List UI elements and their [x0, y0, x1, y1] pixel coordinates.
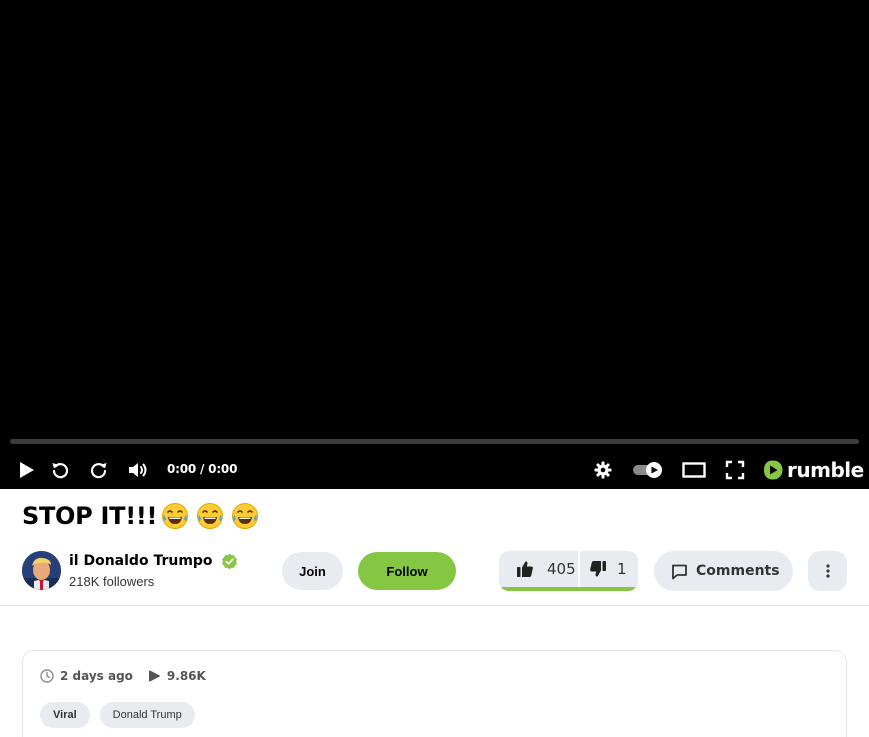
clock-icon	[40, 669, 54, 683]
play-icon[interactable]	[14, 458, 38, 482]
rumble-logo[interactable]: rumble	[762, 459, 864, 481]
upload-date-text: 2 days ago	[60, 669, 133, 683]
upload-date: 2 days ago	[40, 669, 133, 683]
video-info-card: 2 days ago 9.86K Viral Donald Trump	[22, 650, 847, 737]
player-controls: 0:00 / 0:00 rumble	[0, 452, 869, 489]
rumble-logo-icon	[764, 460, 783, 480]
tag-list: Viral Donald Trump	[40, 702, 195, 728]
channel-name[interactable]: il Donaldo Trumpo	[69, 553, 213, 569]
more-vertical-icon	[825, 564, 830, 578]
laughing-tears-emoji-icon	[162, 503, 189, 529]
comments-button[interactable]: Comments	[654, 551, 793, 591]
rumble-wordmark: rumble	[787, 458, 864, 482]
channel-info: il Donaldo Trumpo 218K followers	[22, 551, 238, 590]
views-play-icon	[148, 670, 160, 682]
follow-button[interactable]: Follow	[358, 552, 456, 590]
video-meta: 2 days ago 9.86K	[40, 669, 206, 683]
video-title: STOP IT!!!	[22, 502, 158, 530]
verified-badge-icon	[221, 553, 237, 569]
upvote-button[interactable]: 405	[499, 551, 578, 587]
title-emojis	[160, 501, 260, 531]
comments-label: Comments	[696, 563, 780, 579]
rating-ratio-bar	[499, 587, 638, 591]
video-player[interactable]: 0:00 / 0:00 rumble	[0, 0, 869, 489]
laughing-tears-emoji-icon	[197, 503, 224, 529]
downvote-count: 1	[617, 560, 627, 578]
channel-avatar[interactable]	[22, 551, 61, 590]
rating-widget: 405 1	[499, 551, 638, 591]
laughing-tears-emoji-icon	[232, 503, 259, 529]
tag-donald-trump[interactable]: Donald Trump	[99, 702, 195, 728]
autoplay-toggle-icon[interactable]	[631, 458, 665, 482]
thumbs-down-icon	[590, 561, 606, 577]
replay-icon[interactable]	[49, 458, 71, 482]
tag-viral[interactable]: Viral	[40, 702, 90, 728]
thumbs-up-icon	[517, 561, 533, 577]
video-title-row: STOP IT!!!	[22, 501, 260, 531]
forward-icon[interactable]	[88, 458, 110, 482]
volume-icon[interactable]	[126, 458, 150, 482]
downvote-button[interactable]: 1	[580, 551, 638, 587]
follower-count: 218K followers	[69, 573, 155, 589]
upvote-count: 405	[547, 560, 576, 578]
comment-icon	[672, 564, 687, 579]
view-count: 9.86K	[147, 669, 206, 683]
theater-mode-icon[interactable]	[681, 458, 707, 482]
fullscreen-icon[interactable]	[723, 458, 747, 482]
settings-icon[interactable]	[592, 458, 614, 482]
video-screen[interactable]	[0, 0, 869, 430]
view-count-text: 9.86K	[166, 669, 206, 683]
section-divider	[0, 605, 869, 606]
more-options-button[interactable]	[808, 551, 847, 591]
time-display: 0:00 / 0:00	[167, 462, 238, 476]
join-button[interactable]: Join	[282, 552, 343, 590]
progress-bar[interactable]	[10, 439, 859, 444]
